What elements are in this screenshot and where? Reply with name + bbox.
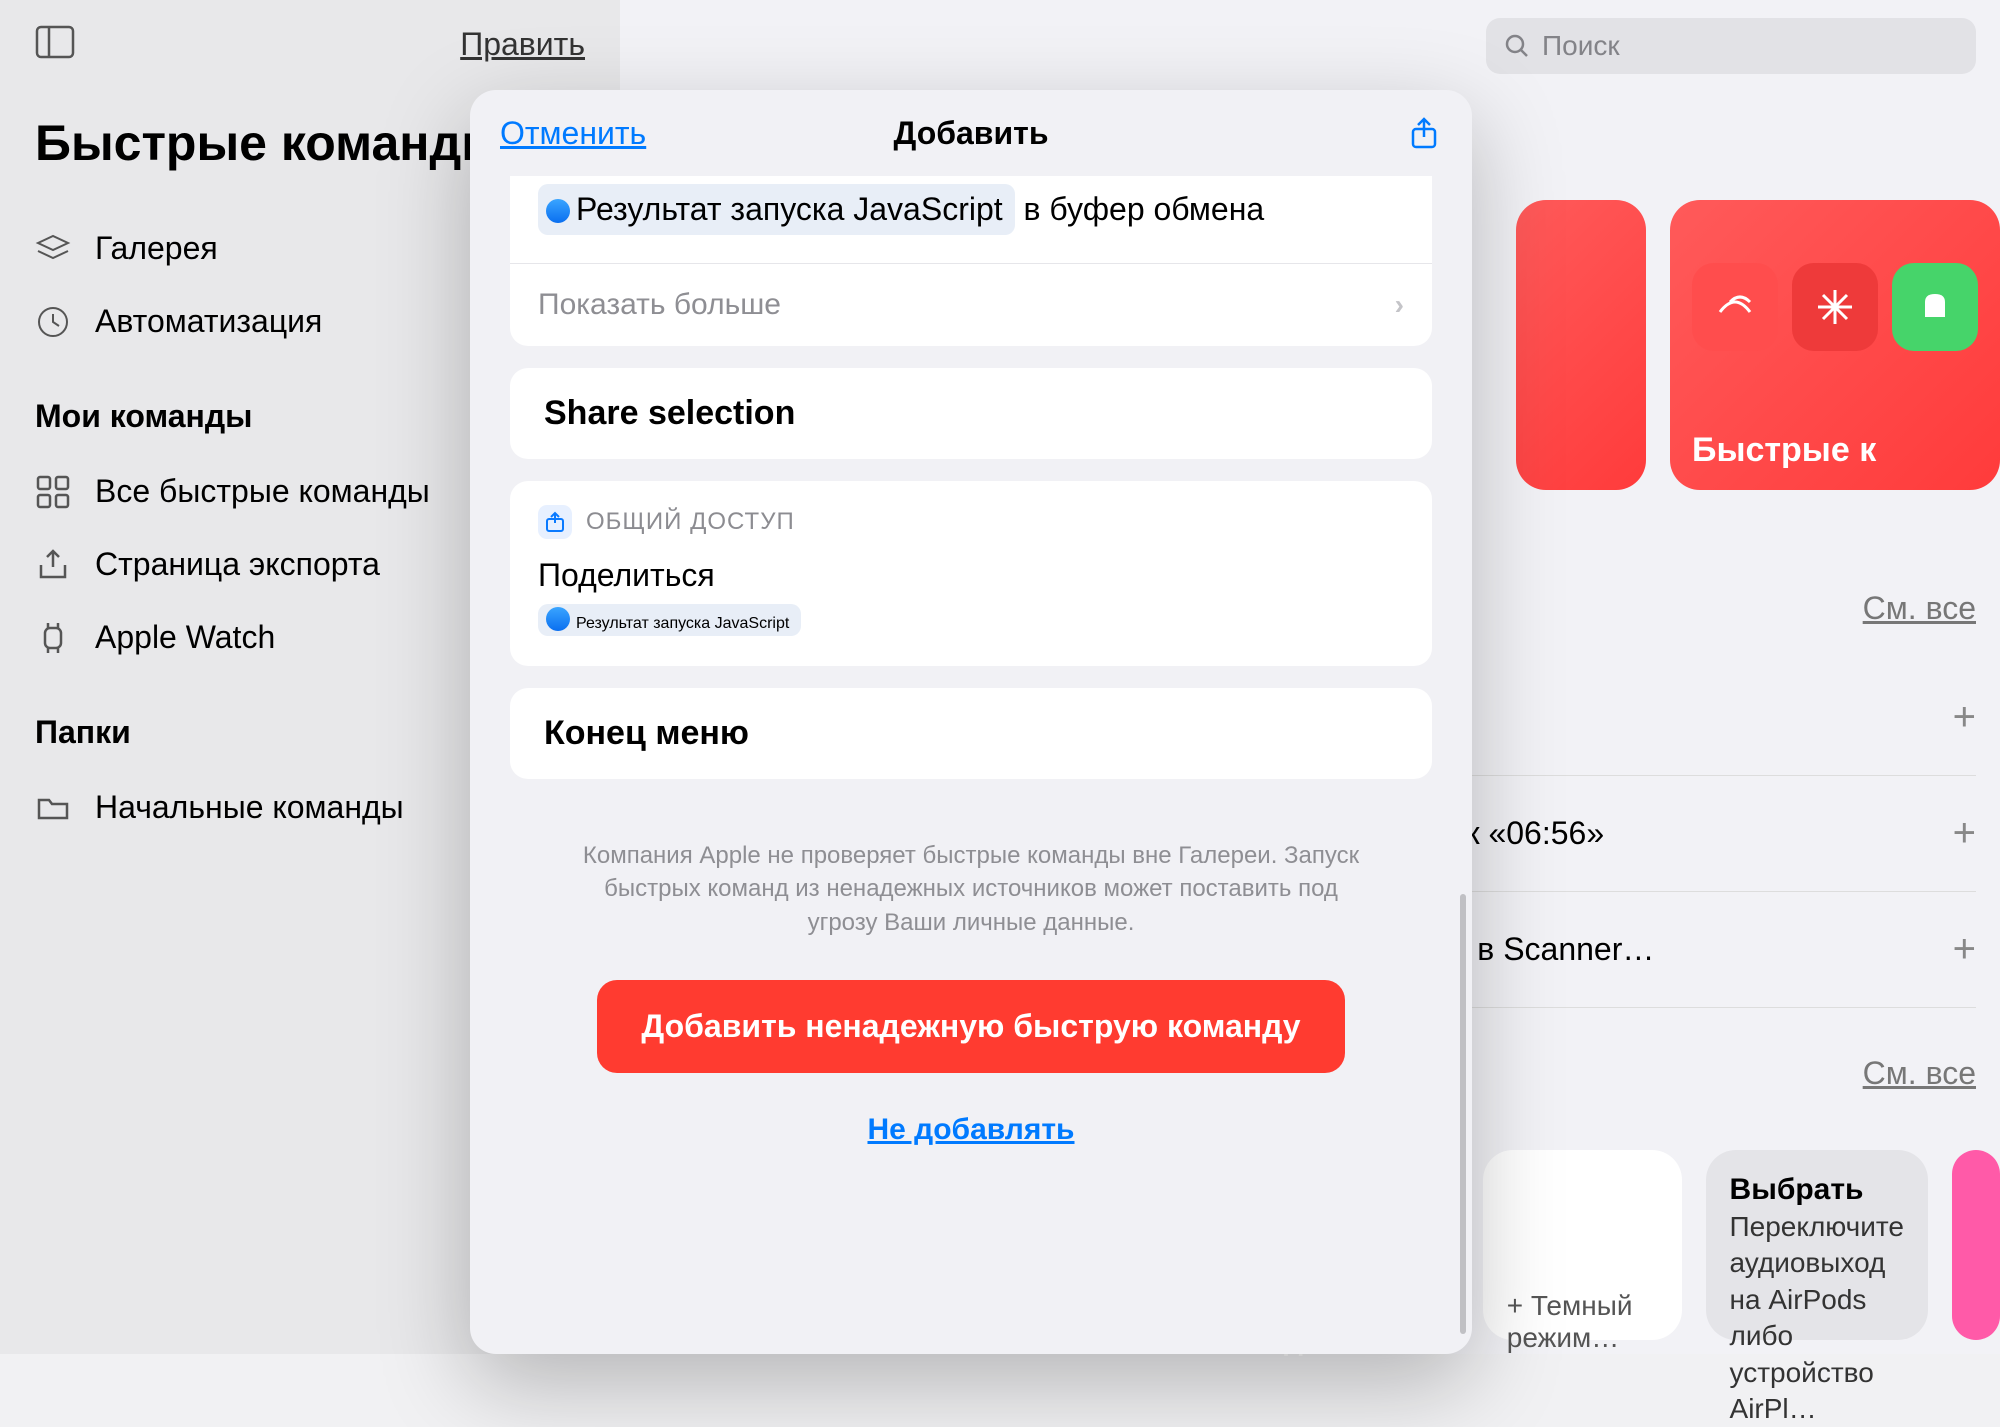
sidebar-item-label: Автоматизация [95, 303, 322, 340]
add-icon[interactable]: + [1953, 695, 1976, 740]
mini-card[interactable] [1952, 1150, 2000, 1340]
add-untrusted-button[interactable]: Добавить ненадежную быструю команду [597, 980, 1344, 1073]
show-more-row[interactable]: Показать больше › [510, 263, 1432, 346]
tile-icon [1892, 263, 1978, 351]
sidebar-toggle-icon[interactable] [35, 25, 75, 64]
cancel-button[interactable]: Отменить [500, 115, 646, 152]
sidebar-item-label: Страница экспорта [95, 546, 380, 583]
safari-icon [546, 607, 570, 631]
action-text: Результат запуска JavaScript в буфер обм… [510, 176, 1432, 263]
shortcut-card[interactable]: Быстрые к [1670, 200, 2000, 490]
show-more-label: Показать больше [538, 288, 781, 322]
safari-icon [546, 199, 570, 223]
card-sub: Переключите аудиовыход на AirPods либо у… [1730, 1209, 1904, 1427]
js-result-pill[interactable]: Результат запуска JavaScript [538, 604, 801, 636]
share-selection-section: Share selection [510, 368, 1432, 459]
sidebar-item-label: Галерея [95, 230, 218, 267]
tile-icon [1692, 263, 1778, 351]
search-input[interactable]: Поиск [1486, 18, 1976, 74]
see-all-link[interactable]: См. все [1863, 590, 1976, 627]
action-card-share: ОБЩИЙ ДОСТУП Поделиться Результат запуск… [510, 481, 1432, 666]
mini-card-dark[interactable]: + Темный режим… [1483, 1150, 1682, 1340]
tile-icon [1792, 263, 1878, 351]
card-label: + Темный режим… [1507, 1290, 1633, 1353]
js-result-pill[interactable]: Результат запуска JavaScript [538, 184, 1015, 235]
chevron-right-icon: › [1395, 289, 1404, 321]
disclaimer-text: Компания Apple не проверяет быстрые кома… [510, 839, 1432, 940]
card-title: Быстрые к [1692, 431, 1978, 470]
modal-header: Отменить Добавить [470, 90, 1472, 176]
sidebar-item-label: Apple Watch [95, 619, 275, 656]
share-box-icon [538, 505, 572, 539]
sidebar-item-label: Все быстрые команды [95, 473, 430, 510]
card-title: Выбрать [1730, 1170, 1904, 1209]
scroll-indicator[interactable] [1460, 894, 1466, 1334]
dont-add-link[interactable]: Не добавлять [510, 1113, 1432, 1147]
add-icon[interactable]: + [1953, 927, 1976, 972]
modal-title: Добавить [894, 115, 1049, 152]
share-access-label: ОБЩИЙ ДОСТУП [586, 508, 795, 536]
search-placeholder: Поиск [1542, 30, 1620, 62]
share-title: Поделиться [538, 557, 1404, 594]
add-shortcut-modal: Отменить Добавить Результат запуска Java… [470, 90, 1472, 1354]
mini-card-audio[interactable]: Выбрать Переключите аудиовыход на AirPod… [1706, 1150, 1928, 1340]
end-menu-section: Конец меню [510, 688, 1432, 779]
action-card-clipboard: Результат запуска JavaScript в буфер обм… [510, 176, 1432, 346]
add-icon[interactable]: + [1953, 811, 1976, 856]
search-icon [1504, 33, 1530, 59]
share-icon[interactable] [1406, 115, 1442, 151]
edit-link[interactable]: Править [460, 26, 585, 63]
shortcut-card[interactable] [1516, 200, 1646, 490]
see-all-link[interactable]: См. все [1863, 1055, 1976, 1092]
sidebar-item-label: Начальные команды [95, 789, 404, 826]
